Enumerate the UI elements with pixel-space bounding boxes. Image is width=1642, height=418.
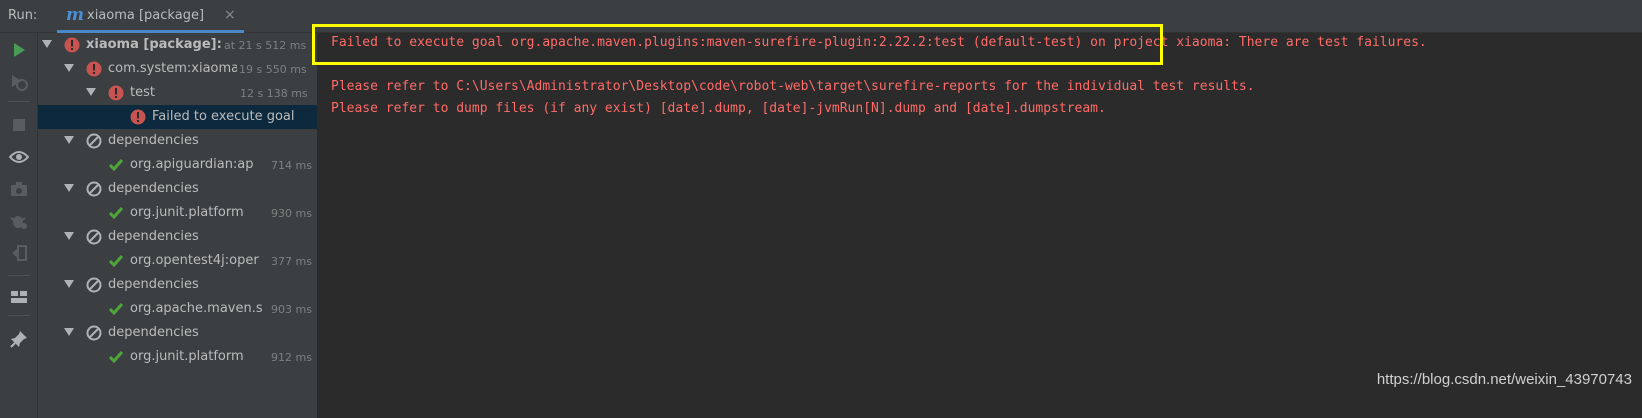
eye-icon[interactable] [9, 147, 29, 167]
tree-item-dependency[interactable]: org.junit.platform 912 ms [38, 345, 317, 369]
tree-item-time: 903 ms [271, 303, 312, 316]
console-output[interactable]: Failed to execute goal org.apache.maven.… [318, 33, 1642, 418]
tree-item-time: 930 ms [271, 207, 312, 220]
tab-title: xiaoma [package] [87, 8, 205, 23]
skipped-icon [86, 133, 102, 149]
close-icon[interactable]: × [224, 7, 236, 23]
run-label: Run: [8, 8, 38, 23]
console-line-reports: Please refer to C:\Users\Administrator\D… [331, 79, 1255, 94]
tree-item-label: org.opentest4j:oper [130, 253, 259, 268]
tree-item-dependencies[interactable]: dependencies [38, 273, 317, 297]
tree-item-time: at 21 s 512 ms [224, 39, 307, 52]
check-icon [108, 303, 124, 316]
skipped-icon [86, 325, 102, 341]
check-icon [108, 351, 124, 364]
expand-arrow-icon[interactable] [64, 64, 74, 72]
check-icon [108, 159, 124, 172]
tree-item-label: test [130, 85, 155, 100]
tree-item-time: 714 ms [271, 159, 312, 172]
error-icon [130, 109, 146, 125]
tree-item-label: org.apache.maven.s [130, 301, 263, 316]
error-icon [64, 37, 80, 53]
tree-item-label: xiaoma [package]: [86, 37, 222, 52]
tree-item-dependency[interactable]: org.apiguardian:ap 714 ms [38, 153, 317, 177]
pin-icon[interactable] [9, 329, 29, 349]
tree-item-dependency[interactable]: org.opentest4j:oper 377 ms [38, 249, 317, 273]
tree-item-dependency[interactable]: org.junit.platform 930 ms [38, 201, 317, 225]
tab-xiaoma-package[interactable]: m xiaoma [package] × [57, 0, 244, 33]
stop-icon[interactable] [9, 115, 29, 135]
left-toolbar [0, 33, 38, 418]
tree-item-dependencies[interactable]: dependencies [38, 321, 317, 345]
tree-item-time: 12 s 138 ms [240, 87, 308, 100]
tree-item-label: dependencies [108, 229, 199, 244]
expand-arrow-icon[interactable] [64, 184, 74, 192]
tree-item-label: dependencies [108, 325, 199, 340]
expand-arrow-icon[interactable] [64, 232, 74, 240]
tree-item-label: dependencies [108, 277, 199, 292]
watermark: https://blog.csdn.net/weixin_43970743 [1376, 371, 1632, 388]
tree-item-label: org.apiguardian:ap [130, 157, 254, 172]
tree-item-label: Failed to execute goal [152, 109, 295, 124]
expand-arrow-icon[interactable] [86, 88, 96, 96]
tree-item-dependencies[interactable]: dependencies [38, 225, 317, 249]
skipped-icon [86, 277, 102, 293]
tree-item-label: com.system:xiaoma [108, 61, 237, 76]
skipped-icon [86, 181, 102, 197]
error-icon [108, 85, 124, 101]
tree-item-dependencies[interactable]: dependencies [38, 177, 317, 201]
tree-item-root[interactable]: xiaoma [package]: at 21 s 512 ms [38, 33, 317, 57]
toolbar-separator [8, 275, 30, 276]
check-icon [108, 207, 124, 220]
expand-arrow-icon[interactable] [42, 40, 52, 48]
expand-arrow-icon[interactable] [64, 328, 74, 336]
expand-arrow-icon[interactable] [64, 280, 74, 288]
expand-arrow-icon[interactable] [64, 136, 74, 144]
tree-item-label: org.junit.platform [130, 205, 244, 220]
test-tree: xiaoma [package]: at 21 s 512 ms com.sys… [38, 33, 318, 418]
tree-item-time: 377 ms [271, 255, 312, 268]
console-line-dump: Please refer to dump files (if any exist… [331, 101, 1106, 116]
exit-icon[interactable] [9, 243, 29, 263]
tree-item-time: 19 s 550 ms [239, 63, 307, 76]
layout-icon[interactable] [9, 287, 29, 307]
check-icon [108, 255, 124, 268]
skipped-icon [86, 229, 102, 245]
play-icon[interactable] [9, 40, 29, 60]
rerun-failed-icon[interactable] [9, 72, 29, 92]
tree-item-test-goal[interactable]: test 12 s 138 ms [38, 81, 317, 105]
tree-item-module[interactable]: com.system:xiaoma 19 s 550 ms [38, 57, 317, 81]
highlight-annotation [312, 24, 1163, 65]
camera-icon[interactable] [9, 179, 29, 199]
error-icon [86, 61, 102, 77]
toolbar-separator [8, 101, 30, 102]
tree-item-label: dependencies [108, 133, 199, 148]
tree-item-label: org.junit.platform [130, 349, 244, 364]
maven-icon: m [66, 5, 84, 25]
toolbar-separator [8, 315, 30, 316]
tree-item-time: 912 ms [271, 351, 312, 364]
tree-item-failure[interactable]: Failed to execute goal [38, 105, 317, 129]
tree-item-dependencies[interactable]: dependencies [38, 129, 317, 153]
tree-item-label: dependencies [108, 181, 199, 196]
bug-settings-icon[interactable] [9, 211, 29, 231]
tree-item-dependency[interactable]: org.apache.maven.s 903 ms [38, 297, 317, 321]
